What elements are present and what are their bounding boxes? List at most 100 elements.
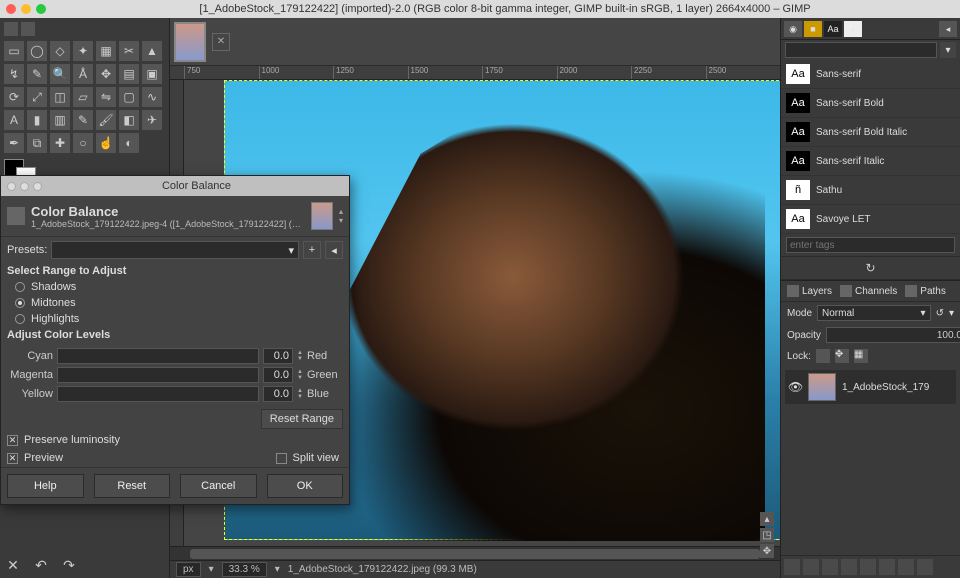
dialog-close-icon[interactable] [7,182,16,191]
chevron-down-icon[interactable]: ▾ [209,564,214,575]
dialog-zoom-icon[interactable] [33,182,42,191]
tool-pencil[interactable]: ✎ [73,110,93,130]
lock-pixels-icon[interactable] [816,349,830,363]
layers-tab[interactable]: Layers [787,285,832,297]
prev-image-icon[interactable]: ▴ [339,207,343,216]
mode-select[interactable]: Normal▾ [817,305,931,321]
reset-button[interactable]: Reset [94,474,171,498]
radio-icon[interactable] [15,282,25,292]
range-radio[interactable]: Midtones [15,295,335,311]
image-thumbnail-tab[interactable] [174,22,206,62]
scroll-up-icon[interactable]: ▴ [760,512,774,526]
maximize-window-icon[interactable] [36,4,46,14]
visibility-icon[interactable]: 👁 [788,380,802,394]
zoom-tool-icon[interactable]: ◳ [760,528,774,542]
merge-down-icon[interactable] [879,559,895,575]
lock-alpha-icon[interactable]: ▦ [854,349,868,363]
toolbox-tab-icon[interactable] [4,22,18,36]
tool-crop[interactable]: ▣ [142,64,162,84]
tool-dodge[interactable]: ◐ [119,133,139,153]
tool-perspective[interactable]: ▱ [73,87,93,107]
anchor-layer-icon[interactable] [898,559,914,575]
undo-icon[interactable]: ↶ [32,556,50,574]
range-radio[interactable]: Highlights [15,311,335,327]
tool-warp[interactable]: ∿ [142,87,162,107]
preserve-luminosity-checkbox[interactable]: ✕ Preserve luminosity [1,431,349,449]
tool-heal[interactable]: ✚ [50,133,70,153]
delete-layer-icon[interactable] [917,559,933,575]
checkbox-icon[interactable]: ✕ [7,435,18,446]
ok-button[interactable]: OK [267,474,344,498]
tool-airbrush[interactable]: ✈ [142,110,162,130]
font-item[interactable]: AaSans-serif [781,60,960,89]
presets-select[interactable]: ▾ [51,241,299,259]
opacity-input[interactable] [826,327,960,343]
minimize-window-icon[interactable] [21,4,31,14]
tool-scale[interactable]: ⤢ [27,87,47,107]
spin-down-icon[interactable]: ▼ [297,394,303,400]
layer-row[interactable]: 👁 1_AdobeStock_179 [785,370,956,404]
preset-menu-icon[interactable]: ◂ [325,241,343,259]
horizontal-scrollbar[interactable] [170,546,780,560]
font-item[interactable]: ñSathu [781,176,960,205]
channels-tab[interactable]: Channels [840,285,897,297]
lower-layer-icon[interactable] [841,559,857,575]
tool-fuzzy-select[interactable]: ✦ [73,41,93,61]
tool-paintbrush[interactable]: 🖌 [96,110,116,130]
document-history-tab-icon[interactable]: ▫ [844,21,862,37]
tool-scissors[interactable]: ✂ [119,41,139,61]
new-group-icon[interactable] [803,559,819,575]
radio-icon[interactable] [15,314,25,324]
cancel-button[interactable]: Cancel [180,474,257,498]
add-preset-icon[interactable]: + [303,241,321,259]
spin-down-icon[interactable]: ▼ [297,356,303,362]
zoom-select[interactable]: 33.3 % [222,562,267,577]
tool-free-select[interactable]: ◇ [50,41,70,61]
chevron-down-icon[interactable]: ▾ [275,564,280,575]
help-button[interactable]: Help [7,474,84,498]
chevron-down-icon[interactable]: ▾ [949,308,954,319]
preview-checkbox[interactable]: ✕ Preview [1,449,270,467]
close-window-icon[interactable] [6,4,16,14]
checkbox-icon[interactable]: ✕ [7,453,18,464]
tool-zoom[interactable]: 🔍 [50,64,70,84]
dock-menu-icon[interactable]: ◂ [939,21,957,37]
tool-ink[interactable]: ✒ [4,133,24,153]
tool-rect-select[interactable]: ▭ [4,41,24,61]
checkbox-icon[interactable] [276,453,287,464]
spin-down-icon[interactable]: ▼ [297,375,303,381]
patterns-tab-icon[interactable]: ■ [804,21,822,37]
delete-icon[interactable]: ✕ [4,556,22,574]
tool-align[interactable]: ▤ [119,64,139,84]
slider-value[interactable]: 0.0 [263,348,293,364]
navigate-icon[interactable]: ✥ [760,544,774,558]
slider-track[interactable] [57,386,259,402]
radio-icon[interactable] [15,298,25,308]
tool-cage[interactable]: ▢ [119,87,139,107]
reset-mode-icon[interactable]: ↺ [936,308,944,319]
next-image-icon[interactable]: ▾ [339,216,343,225]
tool-by-color[interactable]: ▦ [96,41,116,61]
new-layer-icon[interactable] [784,559,800,575]
close-image-icon[interactable]: ✕ [212,33,230,51]
fonts-tab-icon[interactable]: Aa [824,21,842,37]
dialog-minimize-icon[interactable] [20,182,29,191]
raise-layer-icon[interactable] [822,559,838,575]
range-radio[interactable]: Shadows [15,279,335,295]
dialog-titlebar[interactable]: Color Balance [1,176,349,196]
layer-thumbnail[interactable] [808,373,836,401]
font-filter-input[interactable] [785,42,937,58]
font-item[interactable]: AaSans-serif Bold [781,89,960,118]
tool-rotate[interactable]: ⟳ [4,87,24,107]
toolbox-tab-icon[interactable] [21,22,35,36]
duplicate-layer-icon[interactable] [860,559,876,575]
redo-icon[interactable]: ↷ [60,556,78,574]
tool-smudge[interactable]: ☝ [96,133,116,153]
paths-tab[interactable]: Paths [905,285,946,297]
chevron-down-icon[interactable]: ▾ [940,42,956,58]
brushes-tab-icon[interactable]: ◉ [784,21,802,37]
slider-value[interactable]: 0.0 [263,367,293,383]
tool-foreground[interactable]: ▲ [142,41,162,61]
tool-measure[interactable]: Å [73,64,93,84]
tool-gradient[interactable]: ▥ [50,110,70,130]
